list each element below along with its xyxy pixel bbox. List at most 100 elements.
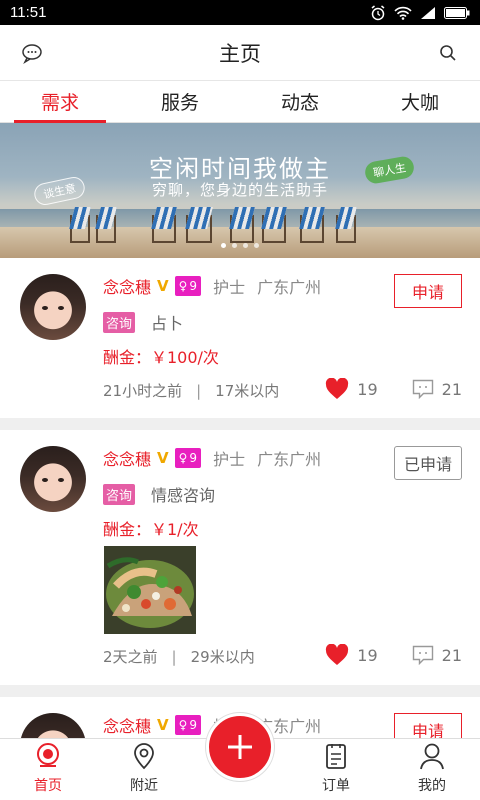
user-name[interactable]: 念念穗 [103,274,151,298]
category-row: 咨询 情感咨询 [103,482,215,506]
beach-chair [229,207,255,243]
user-city: 广东广州 [257,450,322,469]
demand-feed: 念念穗 V ♀ 9 护士 广东广州 咨询 占卜 酬金：￥100/次 21小时之前 … [0,258,480,779]
page-dot[interactable] [243,243,248,248]
meta-row: 21小时之前 | 17米以内 [103,380,279,401]
category-label: 占卜 [151,314,184,333]
gender-age-badge: ♀ 9 [174,276,202,296]
post-distance: 29米以内 [190,648,255,666]
page-dot[interactable] [254,243,259,248]
status-bar: 11:51 [0,0,480,25]
tab-demand[interactable]: 需求 [0,81,120,123]
tab-add-container [192,713,288,800]
applied-button[interactable]: 已申请 [394,446,462,480]
wifi-icon [394,6,412,20]
stats-row: 19 21 [325,644,462,666]
beach-chair [151,207,177,243]
tab-moments[interactable]: 动态 [240,81,360,122]
female-icon: ♀ [178,279,188,293]
age-value: 9 [189,279,198,293]
status-time: 11:51 [10,4,47,21]
female-icon: ♀ [178,451,188,465]
add-button[interactable] [206,713,274,781]
tab-orders[interactable]: 订单 [288,739,384,800]
beach-chair [335,207,357,243]
avatar[interactable] [20,446,86,512]
reward-text: 酬金：￥100/次 [103,348,219,367]
heart-icon[interactable] [325,644,349,666]
user-name[interactable]: 念念穗 [103,446,151,470]
post-time: 21小时之前 [103,382,183,400]
age-value: 9 [189,451,198,465]
alarm-icon [371,4,385,20]
like-count: 19 [357,645,378,665]
banner-pagination [0,243,480,248]
reward-text: 酬金：￥1/次 [103,520,199,539]
meta-row: 2天之前 | 29米以内 [103,646,255,667]
type-tag: 咨询 [103,311,136,333]
search-icon[interactable] [436,41,460,65]
bottom-tab-bar: 首页 附近 订单 我的 [0,713,480,800]
female-icon: ♀ [178,718,188,732]
beach-chair [261,207,287,243]
meta-separator: | [196,381,202,400]
category-row: 咨询 占卜 [103,310,183,334]
user-job: 护士 [213,450,246,469]
comment-icon[interactable] [412,379,434,399]
verified-badge: V [157,716,169,734]
category-tabs: 需求 服务 动态 大咖 [0,81,480,123]
demand-card[interactable]: 念念穗 V ♀ 9 护士 广东广州 咨询 情感咨询 酬金：￥1/次 2天之前 |… [0,430,480,685]
order-list-icon [326,744,346,769]
gender-age-badge: ♀ 9 [174,715,202,735]
tab-home-label: 首页 [34,778,62,794]
comment-count: 21 [441,379,462,399]
status-icons [370,4,470,21]
verified-badge: V [157,449,169,467]
page-dot[interactable] [232,243,237,248]
app-header: 主页 [0,25,480,81]
battery-icon [444,6,470,19]
post-distance: 17米以内 [215,382,280,400]
user-city: 广东广州 [257,278,322,297]
signal-icon [421,6,435,19]
category-label: 情感咨询 [151,486,216,505]
home-icon [37,743,59,767]
tab-experts[interactable]: 大咖 [360,81,480,122]
food-photo [104,546,196,634]
verified-badge: V [157,277,169,295]
user-icon [420,743,444,770]
heart-icon[interactable] [325,378,349,400]
comment-count: 21 [441,645,462,665]
user-info-row: 念念穗 V ♀9 护士 广东广州 [103,274,321,298]
tab-home[interactable]: 首页 [0,739,96,800]
stats-row: 19 21 [325,378,462,400]
tab-mine[interactable]: 我的 [384,739,480,800]
page-title: 主页 [219,41,261,66]
promo-banner[interactable]: 空闲时间我做主 穷聊，您身边的生活助手 谈生意 聊人生 [0,123,480,258]
avatar[interactable] [20,274,86,340]
plus-icon [228,735,252,759]
user-info-row: 念念穗 V ♀9 护士 广东广州 [103,446,321,470]
tab-nearby-label: 附近 [130,778,158,794]
post-time: 2天之前 [103,648,158,666]
beach-chair [95,207,117,243]
comment-icon[interactable] [412,645,434,665]
tab-mine-label: 我的 [418,778,446,794]
message-icon[interactable] [20,41,44,65]
page-dot[interactable] [221,243,226,248]
type-tag: 咨询 [103,483,136,505]
demand-card[interactable]: 念念穗 V ♀ 9 护士 广东广州 咨询 占卜 酬金：￥100/次 21小时之前 … [0,258,480,418]
location-pin-icon [134,743,154,770]
tab-nearby[interactable]: 附近 [96,739,192,800]
beach-chair [299,207,325,243]
tab-orders-label: 订单 [322,778,350,794]
user-job: 护士 [213,278,246,297]
apply-button[interactable]: 申请 [394,274,462,308]
age-value: 9 [189,718,198,732]
gender-age-badge: ♀ 9 [174,448,202,468]
tab-service[interactable]: 服务 [120,81,240,122]
meta-separator: | [171,647,177,666]
user-name[interactable]: 念念穗 [103,713,151,737]
like-count: 19 [357,379,378,399]
post-image[interactable] [104,546,196,634]
